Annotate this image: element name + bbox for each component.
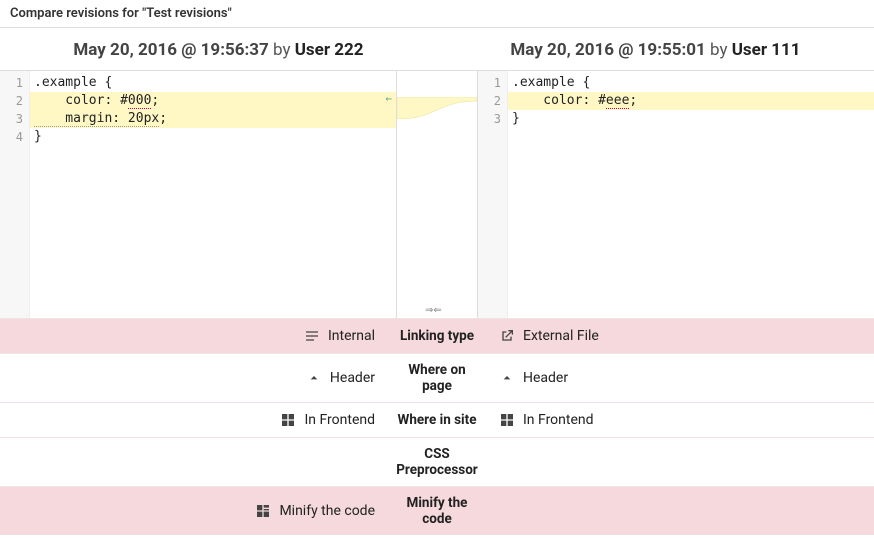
diff-editors: 1234 ← .example { color: #000; margin: 2… — [0, 70, 874, 318]
left-editor[interactable]: 1234 ← .example { color: #000; margin: 2… — [0, 70, 397, 318]
merge-arrow-icon[interactable]: ← — [385, 92, 392, 105]
right-gutter: 123 — [478, 71, 508, 318]
grid-icon — [499, 412, 515, 428]
code-line: .example { — [508, 74, 874, 92]
page-title: Compare revisions for "Test revisions" — [0, 0, 874, 28]
chev-icon — [306, 370, 322, 386]
property-label: CSS Preprocessor — [387, 438, 487, 486]
property-left-value: Header — [0, 354, 387, 402]
property-left-value: In Frontend — [0, 403, 387, 437]
right-code: .example { color: #eee;} — [508, 71, 874, 318]
diff-connector: ⇒⇐ — [397, 70, 477, 318]
property-left-value: Minify the code — [0, 487, 387, 535]
code-line: } — [508, 110, 874, 128]
property-row: HeaderWhere on pageHeader — [0, 353, 874, 402]
property-label: Where in site — [387, 403, 487, 437]
chev-icon — [499, 370, 515, 386]
right-revision-header: May 20, 2016 @ 19:55:01 by User 111 — [437, 28, 874, 70]
property-left-value: Internal — [0, 319, 387, 353]
code-line: color: #eee; — [508, 92, 874, 110]
property-right-value: Header — [487, 354, 874, 402]
code-line: } — [30, 128, 396, 146]
property-row: Minify the codeMinify the code — [0, 486, 874, 535]
internal-icon — [304, 328, 320, 344]
property-left-value — [0, 438, 387, 486]
property-right-value — [487, 438, 874, 486]
property-row: CSS Preprocessor — [0, 437, 874, 486]
revision-headers: May 20, 2016 @ 19:56:37 by User 222 May … — [0, 28, 874, 70]
merge-toggle-icon[interactable]: ⇒⇐ — [425, 305, 442, 316]
property-row: InternalLinking typeExternal File — [0, 318, 874, 353]
right-editor[interactable]: 123 .example { color: #eee;} — [477, 70, 874, 318]
property-row: In FrontendWhere in siteIn Frontend — [0, 402, 874, 437]
property-label: Linking type — [387, 319, 487, 353]
property-right-value: In Frontend — [487, 403, 874, 437]
minify-icon — [255, 503, 271, 519]
property-right-value: External File — [487, 319, 874, 353]
property-label: Where on page — [387, 354, 487, 402]
property-label: Minify the code — [387, 487, 487, 535]
code-line: color: #000; — [30, 92, 396, 110]
grid-icon — [280, 412, 296, 428]
left-code: ← .example { color: #000; margin: 20px;} — [30, 71, 396, 318]
properties-table: InternalLinking typeExternal FileHeaderW… — [0, 318, 874, 535]
left-revision-header: May 20, 2016 @ 19:56:37 by User 222 — [0, 28, 437, 70]
left-gutter: 1234 — [0, 71, 30, 318]
external-icon — [499, 328, 515, 344]
property-right-value — [487, 487, 874, 535]
code-line: margin: 20px; — [30, 110, 396, 128]
code-line: .example { — [30, 74, 396, 92]
